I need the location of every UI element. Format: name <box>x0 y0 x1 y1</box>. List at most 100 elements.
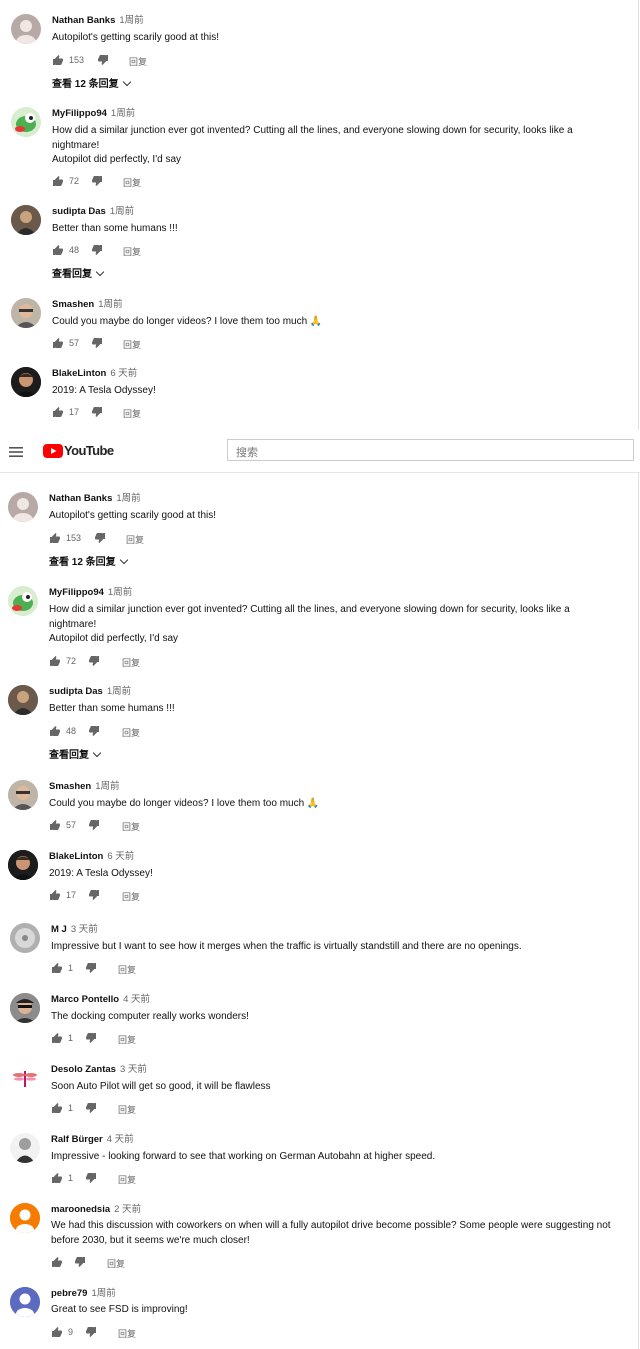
avatar[interactable] <box>8 586 38 616</box>
author-name[interactable]: Smashen <box>49 781 91 792</box>
reply-button[interactable]: 回复 <box>118 963 136 976</box>
comment-time[interactable]: 1周前 <box>116 493 140 504</box>
author-name[interactable]: maroonedsia <box>51 1204 110 1215</box>
avatar[interactable] <box>11 205 41 235</box>
reply-button[interactable]: 回复 <box>123 407 141 420</box>
menu-button[interactable] <box>9 445 23 457</box>
thumbs-up-icon[interactable] <box>49 532 61 544</box>
author-name[interactable]: Nathan Banks <box>52 15 115 26</box>
reply-button[interactable]: 回复 <box>107 1257 125 1270</box>
author-name[interactable]: sudipta Das <box>52 206 106 217</box>
thumbs-down-icon[interactable] <box>88 819 100 831</box>
thumbs-up-icon[interactable] <box>52 337 64 349</box>
view-replies-button[interactable]: 查看回复 <box>52 265 105 280</box>
author-name[interactable]: BlakeLinton <box>52 368 106 379</box>
author-name[interactable]: Marco Pontello <box>51 994 119 1005</box>
reply-button[interactable]: 回复 <box>118 1173 136 1186</box>
view-replies-button[interactable]: 查看回复 <box>49 746 102 761</box>
author-name[interactable]: Smashen <box>52 299 94 310</box>
thumbs-up-icon[interactable] <box>51 1102 63 1114</box>
comment-time[interactable]: 4 天前 <box>123 994 150 1005</box>
author-name[interactable]: MyFilippo94 <box>52 108 107 119</box>
avatar[interactable] <box>10 1203 40 1233</box>
view-replies-button[interactable]: 查看 12 条回复 <box>52 75 131 90</box>
thumbs-down-icon[interactable] <box>85 1172 97 1184</box>
comment-time[interactable]: 1周前 <box>95 781 119 792</box>
comment-time[interactable]: 1周前 <box>91 1288 115 1299</box>
thumbs-down-icon[interactable] <box>97 54 109 66</box>
avatar[interactable] <box>8 685 38 715</box>
comment-time[interactable]: 1周前 <box>107 686 131 697</box>
reply-button[interactable]: 回复 <box>122 820 140 833</box>
avatar[interactable] <box>10 923 40 953</box>
avatar[interactable] <box>10 1287 40 1317</box>
thumbs-up-icon[interactable] <box>52 175 64 187</box>
reply-button[interactable]: 回复 <box>123 245 141 258</box>
comment-time[interactable]: 2 天前 <box>114 1204 141 1215</box>
author-name[interactable]: Ralf Bürger <box>51 1134 103 1145</box>
reply-button[interactable]: 回复 <box>123 338 141 351</box>
thumbs-down-icon[interactable] <box>85 1326 97 1338</box>
reply-button[interactable]: 回复 <box>122 726 140 739</box>
comment-time[interactable]: 1周前 <box>98 299 122 310</box>
thumbs-up-icon[interactable] <box>52 54 64 66</box>
reply-button[interactable]: 回复 <box>123 176 141 189</box>
thumbs-up-icon[interactable] <box>51 1172 63 1184</box>
reply-button[interactable]: 回复 <box>118 1327 136 1340</box>
thumbs-down-icon[interactable] <box>91 244 103 256</box>
avatar[interactable] <box>8 850 38 880</box>
thumbs-up-icon[interactable] <box>49 725 61 737</box>
comment-time[interactable]: 4 天前 <box>107 1134 134 1145</box>
reply-button[interactable]: 回复 <box>129 55 147 68</box>
thumbs-down-icon[interactable] <box>94 532 106 544</box>
comment-time[interactable]: 6 天前 <box>107 851 134 862</box>
thumbs-up-icon[interactable] <box>52 406 64 418</box>
comment-time[interactable]: 1周前 <box>119 15 143 26</box>
thumbs-up-icon[interactable] <box>51 962 63 974</box>
thumbs-down-icon[interactable] <box>91 175 103 187</box>
search-input[interactable]: 搜索 <box>227 439 634 461</box>
author-name[interactable]: MyFilippo94 <box>49 587 104 598</box>
author-name[interactable]: M J <box>51 924 67 935</box>
thumbs-down-icon[interactable] <box>91 337 103 349</box>
avatar[interactable] <box>10 1133 40 1163</box>
comment-time[interactable]: 1周前 <box>110 206 134 217</box>
reply-button[interactable]: 回复 <box>118 1103 136 1116</box>
thumbs-down-icon[interactable] <box>85 1102 97 1114</box>
comment-time[interactable]: 1周前 <box>108 587 132 598</box>
thumbs-down-icon[interactable] <box>85 962 97 974</box>
avatar[interactable] <box>11 367 41 397</box>
view-replies-button[interactable]: 查看 12 条回复 <box>49 553 128 568</box>
comment-time[interactable]: 3 天前 <box>120 1064 147 1075</box>
thumbs-up-icon[interactable] <box>49 819 61 831</box>
avatar[interactable] <box>8 492 38 522</box>
avatar[interactable] <box>11 298 41 328</box>
thumbs-up-icon[interactable] <box>51 1032 63 1044</box>
reply-button[interactable]: 回复 <box>118 1033 136 1046</box>
thumbs-up-icon[interactable] <box>51 1256 63 1268</box>
thumbs-down-icon[interactable] <box>88 725 100 737</box>
comment-time[interactable]: 1周前 <box>111 108 135 119</box>
reply-button[interactable]: 回复 <box>122 656 140 669</box>
comment-time[interactable]: 3 天前 <box>71 924 98 935</box>
thumbs-up-icon[interactable] <box>51 1326 63 1338</box>
comment-time[interactable]: 6 天前 <box>110 368 137 379</box>
avatar[interactable] <box>10 1063 40 1093</box>
avatar[interactable] <box>8 780 38 810</box>
thumbs-up-icon[interactable] <box>52 244 64 256</box>
thumbs-down-icon[interactable] <box>88 889 100 901</box>
avatar[interactable] <box>11 107 41 137</box>
thumbs-up-icon[interactable] <box>49 889 61 901</box>
reply-button[interactable]: 回复 <box>122 890 140 903</box>
avatar[interactable] <box>10 993 40 1023</box>
author-name[interactable]: Desolo Zantas <box>51 1064 116 1075</box>
author-name[interactable]: Nathan Banks <box>49 493 112 504</box>
author-name[interactable]: BlakeLinton <box>49 851 103 862</box>
author-name[interactable]: sudipta Das <box>49 686 103 697</box>
thumbs-down-icon[interactable] <box>88 655 100 667</box>
author-name[interactable]: pebre79 <box>51 1288 87 1299</box>
thumbs-down-icon[interactable] <box>85 1032 97 1044</box>
reply-button[interactable]: 回复 <box>126 533 144 546</box>
thumbs-down-icon[interactable] <box>91 406 103 418</box>
thumbs-up-icon[interactable] <box>49 655 61 667</box>
